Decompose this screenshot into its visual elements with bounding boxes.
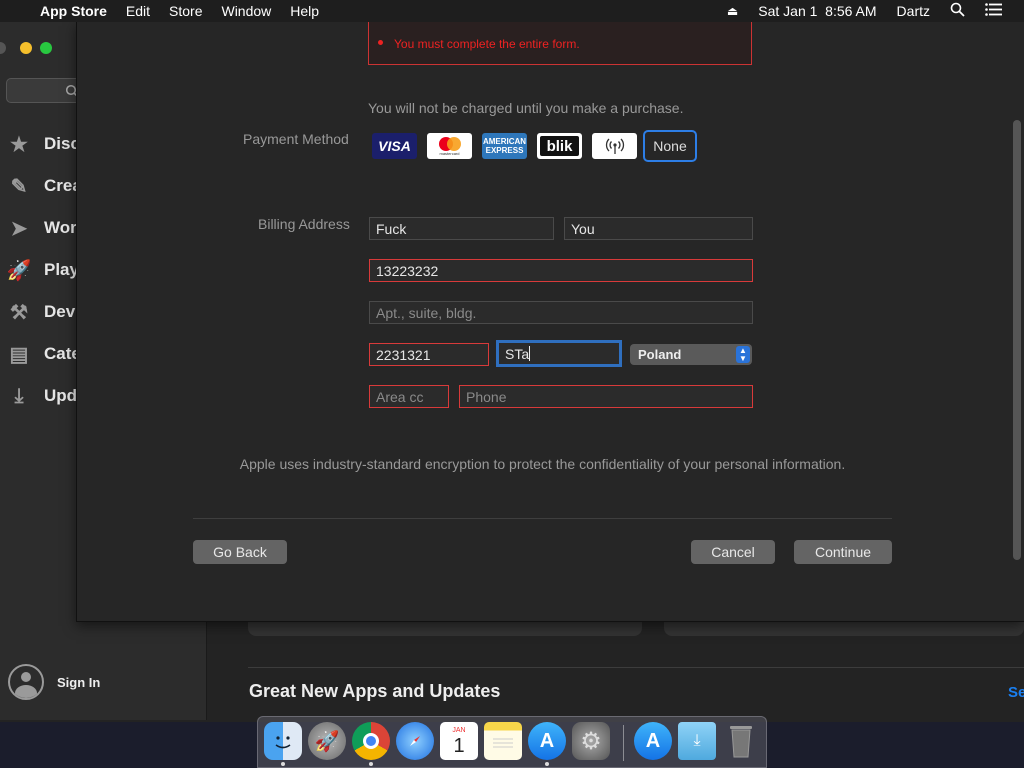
encryption-note: Apple uses industry-standard encryption … bbox=[239, 456, 846, 472]
street-field[interactable]: 13223232 bbox=[369, 259, 753, 282]
area-code-field[interactable]: Area cc bbox=[369, 385, 449, 408]
sheet-divider bbox=[193, 518, 892, 519]
chevron-updown-icon: ▲ ▼ bbox=[736, 346, 750, 363]
sidebar-item-create[interactable]: ✎ Crea bbox=[4, 170, 82, 202]
mastercard-label: mastercard bbox=[439, 151, 460, 156]
section-title: Great New Apps and Updates bbox=[249, 681, 501, 701]
trash-icon[interactable] bbox=[722, 722, 760, 760]
calendar-month: JAN bbox=[452, 726, 466, 734]
error-bullet-icon bbox=[378, 40, 383, 45]
mastercard-icon bbox=[438, 137, 461, 151]
menu-clock[interactable]: Sat Jan 1 8:56 AM bbox=[758, 3, 876, 19]
visa-icon: VISA bbox=[378, 138, 411, 154]
notification-center-icon[interactable] bbox=[985, 3, 1002, 19]
safari-icon[interactable] bbox=[396, 722, 434, 760]
payment-method-label: Payment Method bbox=[243, 131, 349, 147]
brush-icon: ✎ bbox=[10, 175, 28, 198]
scrollbar[interactable] bbox=[1013, 120, 1021, 560]
last-name-field[interactable]: You bbox=[564, 217, 753, 240]
sidebar-item-develop[interactable]: ⚒ Dev bbox=[4, 296, 75, 328]
blik-button[interactable]: blik bbox=[537, 133, 582, 159]
apt-suite-field[interactable]: Apt., suite, bldg. bbox=[369, 301, 753, 324]
country-select[interactable]: Poland ▲ ▼ bbox=[630, 344, 752, 365]
menu-user[interactable]: Dartz bbox=[897, 3, 930, 19]
cancel-button[interactable]: Cancel bbox=[691, 540, 775, 564]
app-store-downloads-icon[interactable]: A bbox=[634, 722, 672, 760]
first-name-field[interactable]: Fuck bbox=[369, 217, 554, 240]
chrome-icon[interactable] bbox=[352, 722, 390, 760]
running-indicator bbox=[281, 762, 285, 766]
dock: 🚀 JAN 1 A ⚙ A ⤓ bbox=[257, 716, 767, 768]
visa-button[interactable]: VISA bbox=[372, 133, 417, 159]
calendar-day: 1 bbox=[453, 734, 465, 757]
minimize-window-button[interactable] bbox=[20, 42, 32, 54]
dock-separator bbox=[623, 725, 624, 761]
menu-edit[interactable]: Edit bbox=[126, 3, 150, 19]
rocket-icon: 🚀 bbox=[6, 259, 32, 282]
section-divider bbox=[248, 667, 1024, 668]
sidebar-item-updates[interactable]: ⤓ Upd bbox=[4, 380, 77, 412]
avatar-icon bbox=[8, 664, 44, 700]
calendar-icon[interactable]: JAN 1 bbox=[440, 722, 478, 760]
phone-field[interactable]: Phone bbox=[459, 385, 753, 408]
download-icon: ⤓ bbox=[14, 384, 24, 407]
sign-in-button[interactable]: Sign In bbox=[8, 664, 100, 700]
app-store-icon[interactable]: A bbox=[528, 722, 566, 760]
city-value: STa bbox=[505, 345, 530, 362]
billing-address-label: Billing Address bbox=[258, 216, 350, 232]
menu-bar: App Store Edit Store Window Help ⏏ Sat J… bbox=[0, 0, 1024, 22]
payment-none-button[interactable]: None bbox=[643, 130, 697, 162]
error-banner: You must complete the entire form. bbox=[368, 22, 752, 65]
postal-code-field[interactable]: 2231321 bbox=[369, 343, 489, 366]
zoom-window-button[interactable] bbox=[40, 42, 52, 54]
eject-icon[interactable]: ⏏ bbox=[727, 4, 738, 18]
city-field[interactable]: STa bbox=[496, 340, 622, 367]
close-window-button[interactable] bbox=[0, 42, 6, 54]
amex-button[interactable]: AMERICAN EXPRESS bbox=[482, 133, 527, 159]
sidebar-item-label: Wor bbox=[44, 218, 77, 237]
amex-icon: AMERICAN EXPRESS bbox=[482, 137, 527, 155]
running-indicator bbox=[369, 762, 373, 766]
contactless-button[interactable] bbox=[592, 133, 637, 159]
see-all-link[interactable]: Se bbox=[1008, 684, 1024, 701]
sign-in-label: Sign In bbox=[57, 674, 101, 690]
blik-icon: blik bbox=[546, 137, 573, 155]
spotlight-search-icon[interactable] bbox=[950, 2, 965, 20]
system-preferences-icon[interactable]: ⚙ bbox=[572, 722, 610, 760]
hammer-icon: ⚒ bbox=[10, 301, 28, 324]
sidebar-item-categories[interactable]: ▤ Cate bbox=[4, 338, 81, 370]
sidebar-item-label: Play bbox=[44, 260, 79, 279]
downloads-folder-icon[interactable]: ⤓ bbox=[678, 722, 716, 760]
mastercard-button[interactable]: mastercard bbox=[427, 133, 472, 159]
sidebar-item-play[interactable]: 🚀 Play bbox=[4, 254, 79, 286]
notes-icon[interactable] bbox=[484, 722, 522, 760]
contactless-icon bbox=[605, 138, 624, 154]
launchpad-icon[interactable]: 🚀 bbox=[308, 722, 346, 760]
menu-app-name[interactable]: App Store bbox=[40, 3, 107, 19]
payment-none-label: None bbox=[653, 138, 687, 154]
star-icon: ★ bbox=[10, 133, 28, 156]
country-value: Poland bbox=[638, 347, 682, 362]
sidebar-item-work[interactable]: ➤ Wor bbox=[4, 212, 77, 244]
continue-button[interactable]: Continue bbox=[794, 540, 892, 564]
menu-help[interactable]: Help bbox=[290, 3, 319, 19]
text-cursor bbox=[529, 346, 531, 361]
sidebar-item-label: Upd bbox=[44, 386, 78, 405]
finder-icon[interactable] bbox=[264, 722, 302, 760]
sidebar-item-label: Disc bbox=[44, 134, 80, 153]
charge-note: You will not be charged until you make a… bbox=[368, 100, 684, 116]
error-message: You must complete the entire form. bbox=[394, 37, 580, 51]
categories-icon: ▤ bbox=[9, 343, 29, 366]
menu-window[interactable]: Window bbox=[221, 3, 271, 19]
paper-plane-icon: ➤ bbox=[10, 217, 28, 240]
menu-store[interactable]: Store bbox=[169, 3, 202, 19]
sidebar-item-label: Dev bbox=[44, 302, 76, 321]
go-back-button[interactable]: Go Back bbox=[193, 540, 287, 564]
running-indicator bbox=[545, 762, 549, 766]
sidebar-item-discover[interactable]: ★ Disc bbox=[4, 128, 80, 160]
